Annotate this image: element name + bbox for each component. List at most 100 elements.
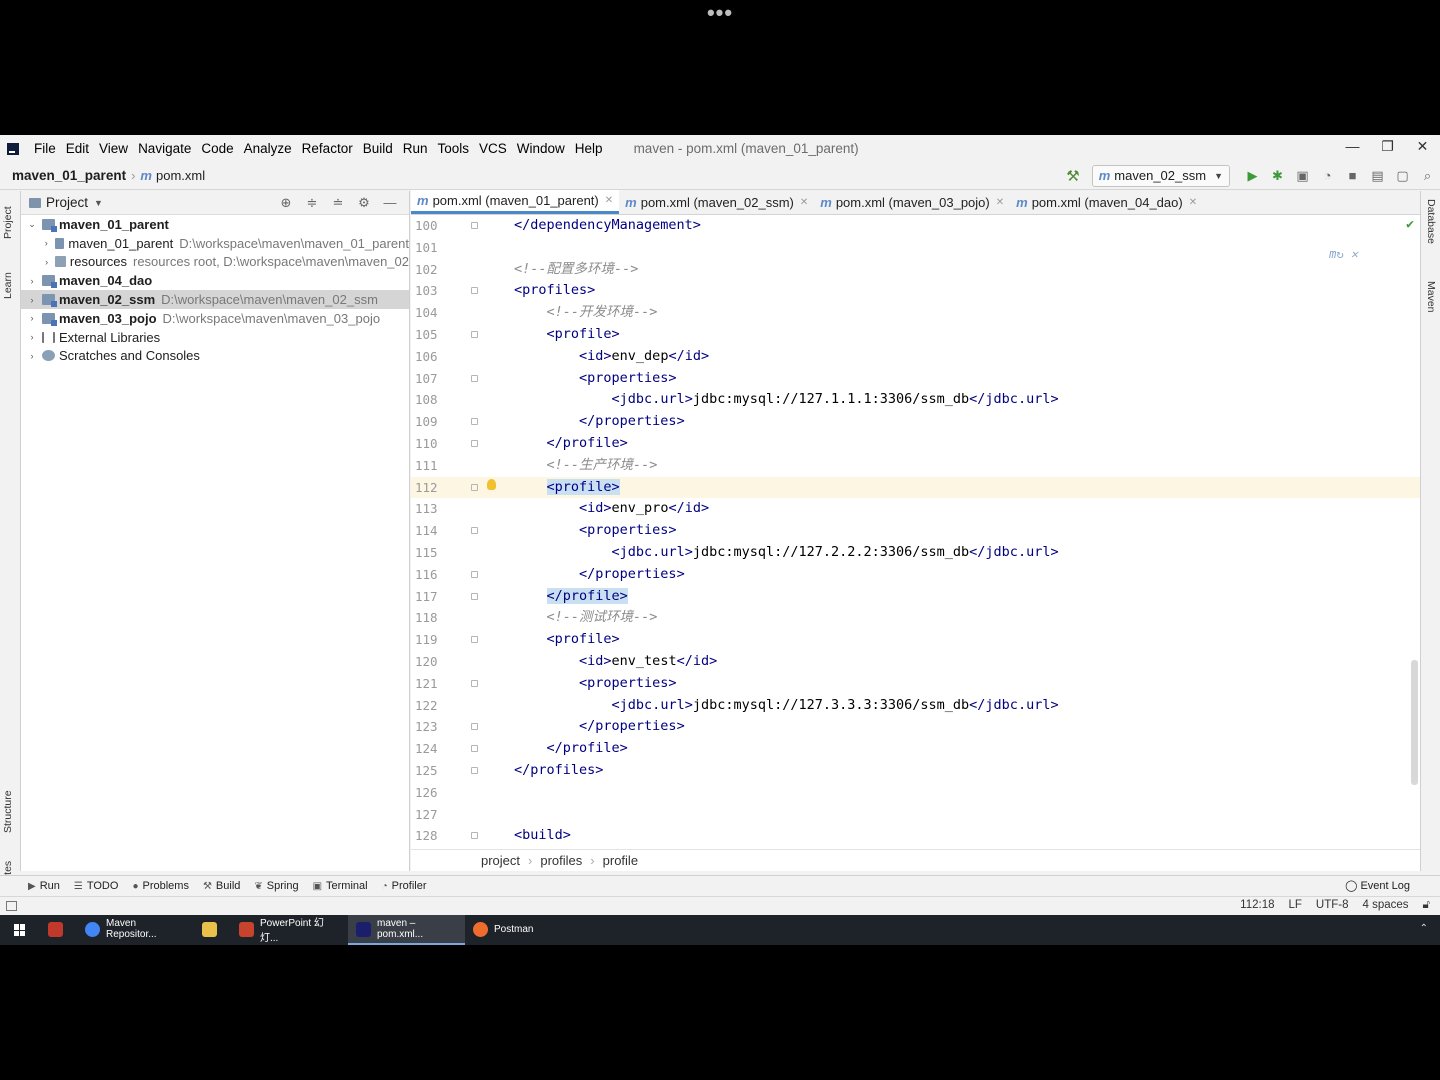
chevron-down-icon[interactable]: ▼ (94, 198, 103, 208)
tool-spring[interactable]: ❦ Spring (254, 880, 298, 892)
stripe-maven[interactable]: Maven (1425, 281, 1437, 313)
profiler-icon[interactable]: ◔ (1315, 168, 1340, 183)
file-encoding[interactable]: UTF-8 (1316, 899, 1349, 912)
code-line[interactable]: 126 (411, 782, 1420, 804)
chevron-down-icon[interactable]: ⌄ (25, 219, 39, 230)
fold-marker-icon[interactable] (471, 679, 478, 687)
chevron-right-icon[interactable]: › (41, 238, 52, 248)
code-line[interactable]: 122 <jdbc.url>jdbc:mysql://127.3.3.3:330… (411, 695, 1420, 717)
event-log[interactable]: ◯ Event Log (1345, 879, 1410, 892)
code-line[interactable]: 120 <id>env_test</id> (411, 651, 1420, 673)
tree-item[interactable]: › maven_03_pojo D:\workspace\maven\maven… (21, 309, 409, 328)
stop-icon[interactable]: ■ (1340, 168, 1365, 183)
code-line[interactable]: 114 <properties> (411, 520, 1420, 542)
tool-problems[interactable]: ● Problems (132, 880, 189, 892)
tree-item-selected[interactable]: › maven_02_ssm D:\workspace\maven\maven_… (21, 290, 409, 309)
code-line[interactable]: 102 <!--配置多环境--> (411, 259, 1420, 281)
menu-refactor[interactable]: Refactor (297, 141, 358, 156)
code-line[interactable]: 117 </profile> (411, 586, 1420, 608)
code-line[interactable]: 115 <jdbc.url>jdbc:mysql://127.2.2.2:330… (411, 542, 1420, 564)
chevron-right-icon[interactable]: › (41, 257, 52, 267)
project-structure-icon[interactable]: ▤ (1365, 168, 1390, 184)
code-line[interactable]: 112 <profile> (411, 476, 1420, 499)
tree-item[interactable]: › resources resources root, D:\workspace… (21, 253, 409, 272)
code-line[interactable]: 125 </profiles> (411, 760, 1420, 782)
taskbar-app-postman[interactable]: Postman (465, 915, 582, 945)
code-line[interactable]: 119 <profile> (411, 629, 1420, 651)
code-line[interactable]: 113 <id>env_pro</id> (411, 498, 1420, 520)
code-line[interactable]: 124 </profile> (411, 738, 1420, 760)
tab-pom-maven-02-ssm[interactable]: m pom.xml (maven_02_ssm) ✕ (619, 190, 814, 214)
tree-item[interactable]: › Scratches and Consoles (21, 347, 409, 366)
menu-analyze[interactable]: Analyze (239, 141, 297, 156)
close-icon[interactable]: ✕ (996, 197, 1004, 208)
tool-run[interactable]: ▶ Run (28, 880, 60, 892)
fold-marker-icon[interactable] (471, 440, 478, 447)
caret-position[interactable]: 112:18 (1240, 899, 1274, 912)
restore-icon[interactable]: ❐ (1370, 135, 1405, 159)
panel-toggle-icon[interactable] (6, 901, 17, 911)
menu-edit[interactable]: Edit (61, 141, 94, 156)
fold-marker-icon[interactable] (471, 745, 478, 753)
debug-icon[interactable]: ✱ (1265, 168, 1290, 184)
code-line[interactable]: 100 </dependencyManagement> (411, 215, 1420, 237)
stripe-structure[interactable]: Structure (2, 790, 14, 833)
fold-marker-icon[interactable] (471, 418, 478, 426)
tree-item[interactable]: › maven_01_parent D:\workspace\maven\mav… (21, 234, 409, 253)
tool-todo[interactable]: ☰ TODO (74, 880, 119, 892)
chevron-right-icon[interactable]: › (25, 276, 39, 286)
code-line[interactable]: 107 <properties> (411, 368, 1420, 390)
chevron-right-icon[interactable]: › (25, 351, 39, 361)
fold-marker-icon[interactable] (471, 374, 478, 382)
taskbar-app-explorer[interactable] (194, 915, 231, 945)
run-icon[interactable]: ▶ (1240, 168, 1265, 184)
indent-setting[interactable]: 4 spaces (1363, 899, 1409, 912)
project-panel-title[interactable]: Project (46, 195, 88, 210)
fold-marker-icon[interactable] (471, 636, 478, 644)
build-hammer-icon[interactable]: ⚒ (1066, 167, 1079, 185)
taskbar-app-powerpoint[interactable]: PowerPoint 幻灯... (231, 915, 348, 945)
gear-icon[interactable]: ⚙ (351, 195, 377, 211)
start-button[interactable] (0, 915, 40, 945)
menu-code[interactable]: Code (196, 141, 238, 156)
code-line[interactable]: 104 <!--开发环境--> (411, 302, 1420, 324)
nav-project[interactable]: maven_01_parent (12, 168, 126, 183)
code-line[interactable]: 103 <profiles> (411, 280, 1420, 302)
menu-vcs[interactable]: VCS (474, 141, 512, 156)
menu-file[interactable]: File (29, 141, 61, 156)
fold-marker-icon[interactable] (471, 331, 478, 338)
fold-marker-icon[interactable] (471, 570, 478, 578)
menu-tools[interactable]: Tools (433, 141, 475, 156)
code-line[interactable]: 116 </properties> (411, 564, 1420, 586)
tool-profiler[interactable]: ◔ Profiler (382, 880, 427, 892)
menu-view[interactable]: View (94, 141, 133, 156)
fold-marker-icon[interactable] (471, 592, 478, 600)
fold-marker-icon[interactable] (471, 222, 478, 229)
code-line[interactable]: 108 <jdbc.url>jdbc:mysql://127.1.1.1:330… (411, 389, 1420, 411)
tool-terminal[interactable]: ▣ Terminal (313, 880, 368, 892)
fold-marker-icon[interactable] (471, 527, 478, 535)
chevron-right-icon[interactable]: › (25, 295, 39, 305)
taskbar-app-red[interactable] (40, 915, 77, 945)
fold-marker-icon[interactable] (471, 832, 478, 840)
menu-run[interactable]: Run (398, 141, 433, 156)
line-separator[interactable]: LF (1289, 899, 1302, 912)
hide-icon[interactable]: — (377, 195, 403, 211)
code-line[interactable]: 110 </profile> (411, 433, 1420, 455)
chevron-right-icon[interactable]: › (25, 332, 39, 342)
code-line[interactable]: 101 (411, 237, 1420, 259)
code-line[interactable]: 121 <properties> (411, 673, 1420, 695)
code-line[interactable]: 109 </properties> (411, 411, 1420, 433)
close-icon[interactable]: ✕ (1189, 197, 1197, 208)
tab-pom-maven-03-pojo[interactable]: m pom.xml (maven_03_pojo) ✕ (814, 190, 1010, 214)
breadcrumb-item[interactable]: project (481, 853, 520, 868)
tree-item[interactable]: ⌄ maven_01_parent (21, 215, 409, 234)
taskbar-app-intellij[interactable]: maven – pom.xml... (348, 915, 465, 945)
taskbar-app-chrome[interactable]: Maven Repositor... (77, 915, 194, 945)
collapse-all-icon[interactable]: ≐ (325, 195, 351, 211)
code-line[interactable]: 128 <build> (411, 825, 1420, 847)
code-line[interactable]: 111 <!--生产环境--> (411, 455, 1420, 477)
menu-build[interactable]: Build (358, 141, 398, 156)
stripe-project[interactable]: Project (2, 206, 14, 239)
terminal-icon[interactable]: ▢ (1390, 168, 1415, 184)
